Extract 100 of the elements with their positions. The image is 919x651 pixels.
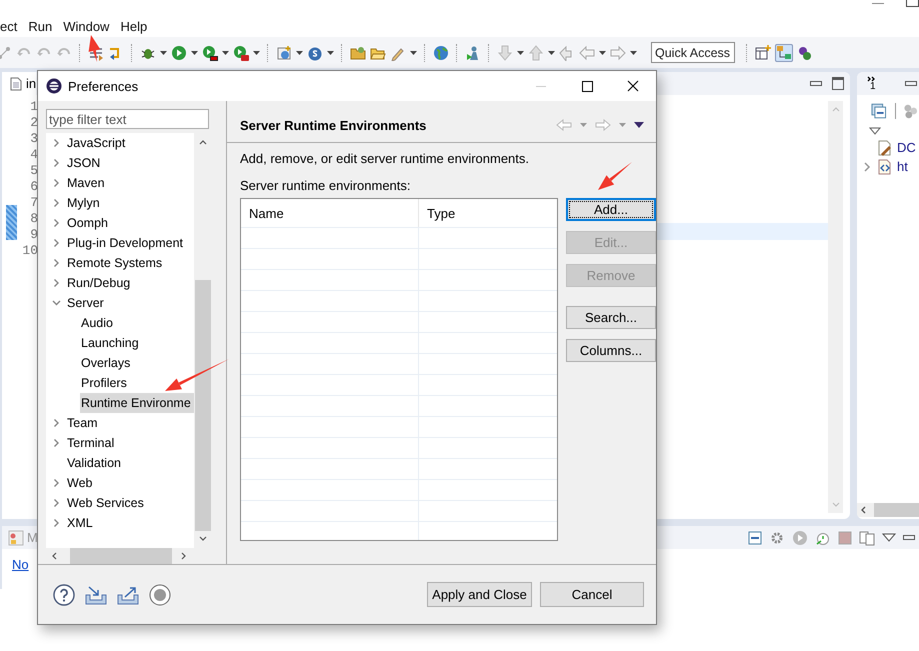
view-menu-icon[interactable] — [634, 122, 644, 128]
scroll-down-icon[interactable] — [198, 536, 206, 540]
maximize-icon[interactable] — [906, 0, 919, 7]
link[interactable]: No — [2, 549, 29, 572]
tree-item[interactable]: Profilers — [80, 373, 127, 393]
line-number: 10 — [22, 243, 38, 259]
button[interactable]: Columns... — [566, 339, 656, 362]
link-icon[interactable] — [903, 103, 919, 119]
outline-item[interactable]: DC — [897, 140, 916, 155]
html-file-icon — [877, 158, 893, 174]
tree-item[interactable]: Oomph — [66, 213, 108, 233]
scrollbar[interactable] — [857, 503, 919, 517]
scroll-left-icon[interactable] — [52, 552, 56, 560]
tree-item[interactable]: Server — [66, 293, 104, 313]
person-icon[interactable] — [465, 44, 481, 60]
menu-item[interactable]: Window — [58, 18, 116, 34]
node-icon[interactable] — [0, 44, 12, 60]
button[interactable]: Search... — [566, 306, 656, 329]
list-label: Server runtime environments: — [240, 178, 412, 193]
gear-icon[interactable] — [769, 530, 785, 546]
app-icon — [46, 78, 62, 94]
tree-item[interactable]: Plug-in Development — [66, 233, 184, 253]
caret-icon[interactable] — [222, 50, 229, 54]
column-header[interactable]: Type — [418, 199, 557, 227]
caret-icon[interactable] — [327, 50, 334, 54]
coffee-bean-icon[interactable] — [797, 44, 813, 60]
column-header[interactable]: Name — [241, 206, 418, 220]
caret-icon[interactable] — [253, 50, 260, 54]
scroll-left-icon[interactable] — [861, 506, 866, 514]
console-icon — [8, 530, 24, 546]
tree-item[interactable]: Runtime Environme — [80, 393, 194, 413]
tree-item[interactable]: Mylyn — [66, 193, 100, 213]
line-number: 9 — [29, 227, 38, 243]
back-icon[interactable] — [556, 119, 572, 131]
stop-icon[interactable] — [838, 530, 852, 544]
tree-item[interactable]: Launching — [80, 333, 139, 353]
import-icon[interactable] — [85, 584, 107, 604]
export-icon[interactable] — [117, 584, 139, 604]
apply-and-close-button[interactable]: Apply and Close — [427, 582, 532, 607]
caret-icon[interactable] — [548, 50, 555, 54]
file-brush-icon — [877, 140, 893, 156]
folder-icon[interactable] — [350, 44, 366, 60]
class-icon[interactable] — [307, 44, 323, 60]
tree-item[interactable]: Team — [66, 413, 98, 433]
line-number: 8 — [29, 211, 38, 227]
minimize-icon[interactable] — [810, 81, 822, 86]
menu-item[interactable]: ect — [0, 18, 24, 34]
help-icon[interactable] — [53, 584, 75, 606]
scroll-right-icon[interactable] — [180, 552, 186, 560]
caret-icon[interactable] — [517, 50, 524, 54]
line-number: 7 — [29, 195, 38, 211]
tree-item[interactable]: Terminal — [66, 433, 114, 453]
tree-item[interactable]: Remote Systems — [66, 253, 162, 273]
cancel-button[interactable]: Cancel — [540, 582, 644, 607]
globe-icon[interactable] — [433, 44, 449, 60]
caret-icon[interactable] — [296, 50, 303, 54]
annotation-arrow — [598, 162, 632, 190]
tree-item[interactable]: Validation — [66, 453, 121, 473]
caret-icon[interactable] — [160, 50, 167, 54]
caret-icon[interactable] — [410, 50, 417, 54]
line-number: 5 — [29, 163, 38, 179]
tree-item[interactable]: JSON — [66, 153, 100, 173]
collapse-all-icon[interactable] — [871, 103, 887, 119]
menu-item[interactable]: Run — [23, 18, 58, 34]
minimize-icon[interactable] — [905, 81, 917, 86]
tree-item[interactable]: XML — [66, 513, 93, 533]
hierarchy-icon[interactable] — [776, 44, 792, 60]
tree-item[interactable]: Maven — [66, 173, 105, 193]
forward-icon[interactable] — [595, 119, 611, 131]
tree-item[interactable]: Web — [66, 473, 92, 493]
record-icon[interactable] — [149, 584, 171, 606]
line-number: 4 — [29, 147, 38, 163]
caret-icon[interactable] — [630, 50, 637, 54]
caret-icon[interactable] — [191, 50, 198, 54]
maximize-icon[interactable] — [832, 77, 844, 90]
quick-access-field[interactable]: Quick Access — [651, 42, 735, 63]
editor-tab[interactable]: in — [2, 72, 36, 95]
view-menu-icon[interactable] — [882, 532, 896, 542]
expand-icon[interactable] — [869, 127, 881, 135]
tree-item[interactable]: Run/Debug — [66, 273, 130, 293]
minimize-icon[interactable] — [903, 535, 915, 540]
scroll-up-icon[interactable] — [198, 140, 206, 144]
tree-item[interactable]: Audio — [80, 313, 113, 333]
file-icon — [10, 76, 22, 90]
copy-icon[interactable] — [859, 530, 875, 546]
menu-item[interactable]: Help — [115, 18, 154, 34]
line-number: 6 — [29, 179, 38, 195]
line-number: 1 — [29, 99, 38, 115]
play-icon[interactable] — [202, 44, 218, 60]
window-icon[interactable] — [748, 530, 762, 544]
filter-field[interactable]: type filter text — [46, 109, 209, 129]
caret-icon[interactable] — [599, 50, 606, 54]
annotation-arrow — [88, 35, 100, 62]
tree-item[interactable]: JavaScript — [66, 133, 126, 153]
outline-item[interactable]: ht — [897, 159, 908, 174]
window-plus-icon[interactable] — [755, 44, 771, 60]
more-tabs-icon[interactable] — [867, 76, 876, 82]
tree-item[interactable]: Overlays — [80, 353, 130, 373]
tree-item[interactable]: Web Services — [66, 493, 144, 513]
button[interactable]: Add... — [566, 198, 656, 221]
